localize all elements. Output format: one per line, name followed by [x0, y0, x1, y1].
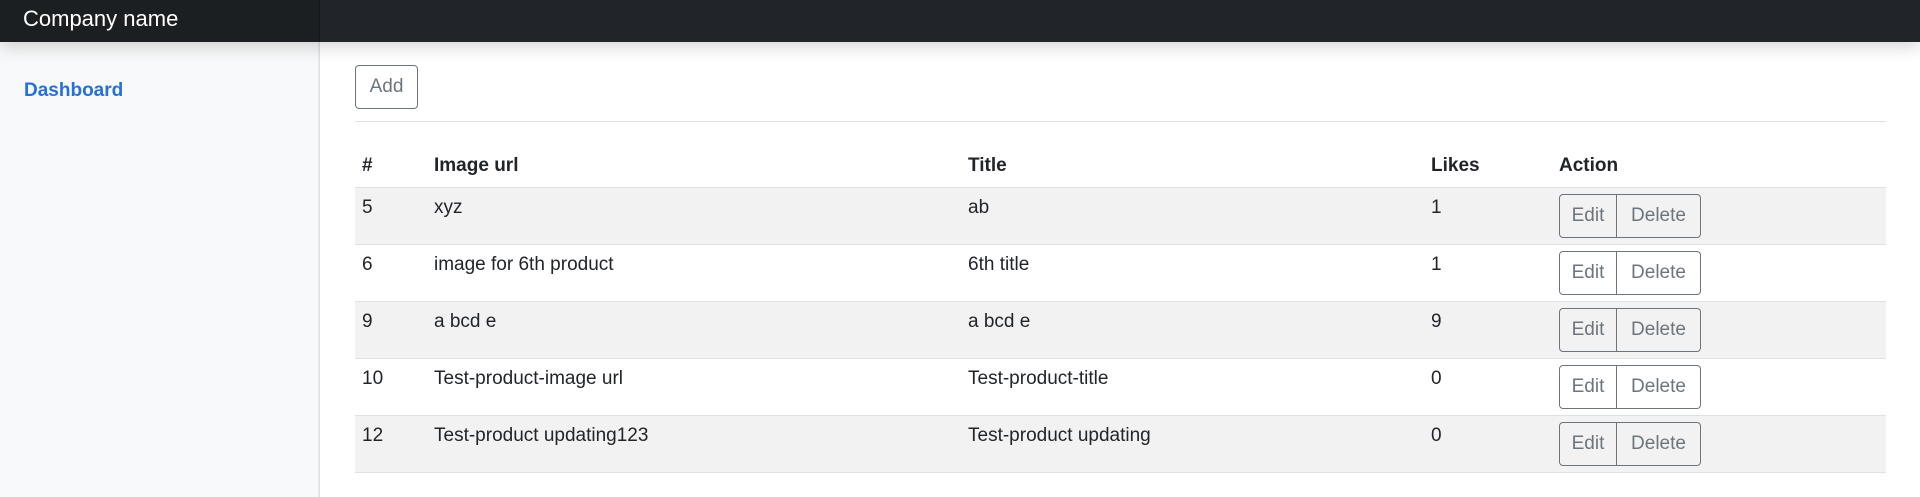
delete-button[interactable]: Delete	[1617, 193, 1701, 238]
cell-likes: 1	[1424, 187, 1552, 245]
column-header-id: #	[355, 146, 427, 188]
cell-image-url: image for 6th product	[427, 244, 961, 302]
cell-likes: 9	[1424, 301, 1552, 359]
edit-button[interactable]: Edit	[1559, 250, 1617, 295]
row-action-group: Edit Delete	[1559, 421, 1701, 466]
add-button[interactable]: Add	[355, 65, 418, 109]
column-header-title: Title	[961, 146, 1424, 188]
edit-button[interactable]: Edit	[1559, 307, 1617, 352]
main-content: Add # Image url Title Likes Action 5 xyz…	[355, 42, 1886, 497]
cell-id: 6	[355, 244, 427, 302]
row-action-group: Edit Delete	[1559, 307, 1701, 352]
cell-id: 12	[355, 415, 427, 473]
edit-button[interactable]: Edit	[1559, 193, 1617, 238]
delete-button[interactable]: Delete	[1617, 307, 1701, 352]
table-row: 5 xyz ab 1 Edit Delete	[355, 187, 1886, 245]
edit-button[interactable]: Edit	[1559, 364, 1617, 409]
edit-button[interactable]: Edit	[1559, 421, 1617, 466]
toolbar: Add	[355, 42, 1886, 122]
cell-title: 6th title	[961, 244, 1424, 302]
cell-image-url: xyz	[427, 187, 961, 245]
cell-action: Edit Delete	[1552, 301, 1886, 359]
row-action-group: Edit Delete	[1559, 250, 1701, 295]
sidebar: Dashboard	[0, 42, 320, 497]
cell-action: Edit Delete	[1552, 415, 1886, 473]
top-navbar: Company name	[0, 0, 1920, 42]
column-header-action: Action	[1552, 146, 1886, 188]
cell-title: Test-product updating	[961, 415, 1424, 473]
column-header-likes: Likes	[1424, 146, 1552, 188]
delete-button[interactable]: Delete	[1617, 421, 1701, 466]
table-row: 9 a bcd e a bcd e 9 Edit Delete	[355, 301, 1886, 359]
row-action-group: Edit Delete	[1559, 364, 1701, 409]
brand-name[interactable]: Company name	[0, 0, 320, 42]
row-action-group: Edit Delete	[1559, 193, 1701, 238]
cell-title: Test-product-title	[961, 358, 1424, 416]
cell-id: 9	[355, 301, 427, 359]
table-row: 12 Test-product updating123 Test-product…	[355, 415, 1886, 473]
cell-image-url: Test-product-image url	[427, 358, 961, 416]
delete-button[interactable]: Delete	[1617, 364, 1701, 409]
cell-image-url: Test-product updating123	[427, 415, 961, 473]
cell-action: Edit Delete	[1552, 244, 1886, 302]
cell-id: 5	[355, 187, 427, 245]
cell-action: Edit Delete	[1552, 187, 1886, 245]
cell-image-url: a bcd e	[427, 301, 961, 359]
cell-title: a bcd e	[961, 301, 1424, 359]
table-row: 10 Test-product-image url Test-product-t…	[355, 358, 1886, 416]
cell-likes: 0	[1424, 415, 1552, 473]
cell-title: ab	[961, 187, 1424, 245]
cell-action: Edit Delete	[1552, 358, 1886, 416]
cell-likes: 0	[1424, 358, 1552, 416]
sidebar-item-dashboard[interactable]: Dashboard	[24, 80, 123, 102]
table-row: 6 image for 6th product 6th title 1 Edit…	[355, 244, 1886, 302]
delete-button[interactable]: Delete	[1617, 250, 1701, 295]
cell-likes: 1	[1424, 244, 1552, 302]
cell-id: 10	[355, 358, 427, 416]
column-header-image-url: Image url	[427, 146, 961, 188]
table-header-row: # Image url Title Likes Action	[355, 146, 1886, 188]
products-table: # Image url Title Likes Action 5 xyz ab …	[355, 146, 1886, 473]
